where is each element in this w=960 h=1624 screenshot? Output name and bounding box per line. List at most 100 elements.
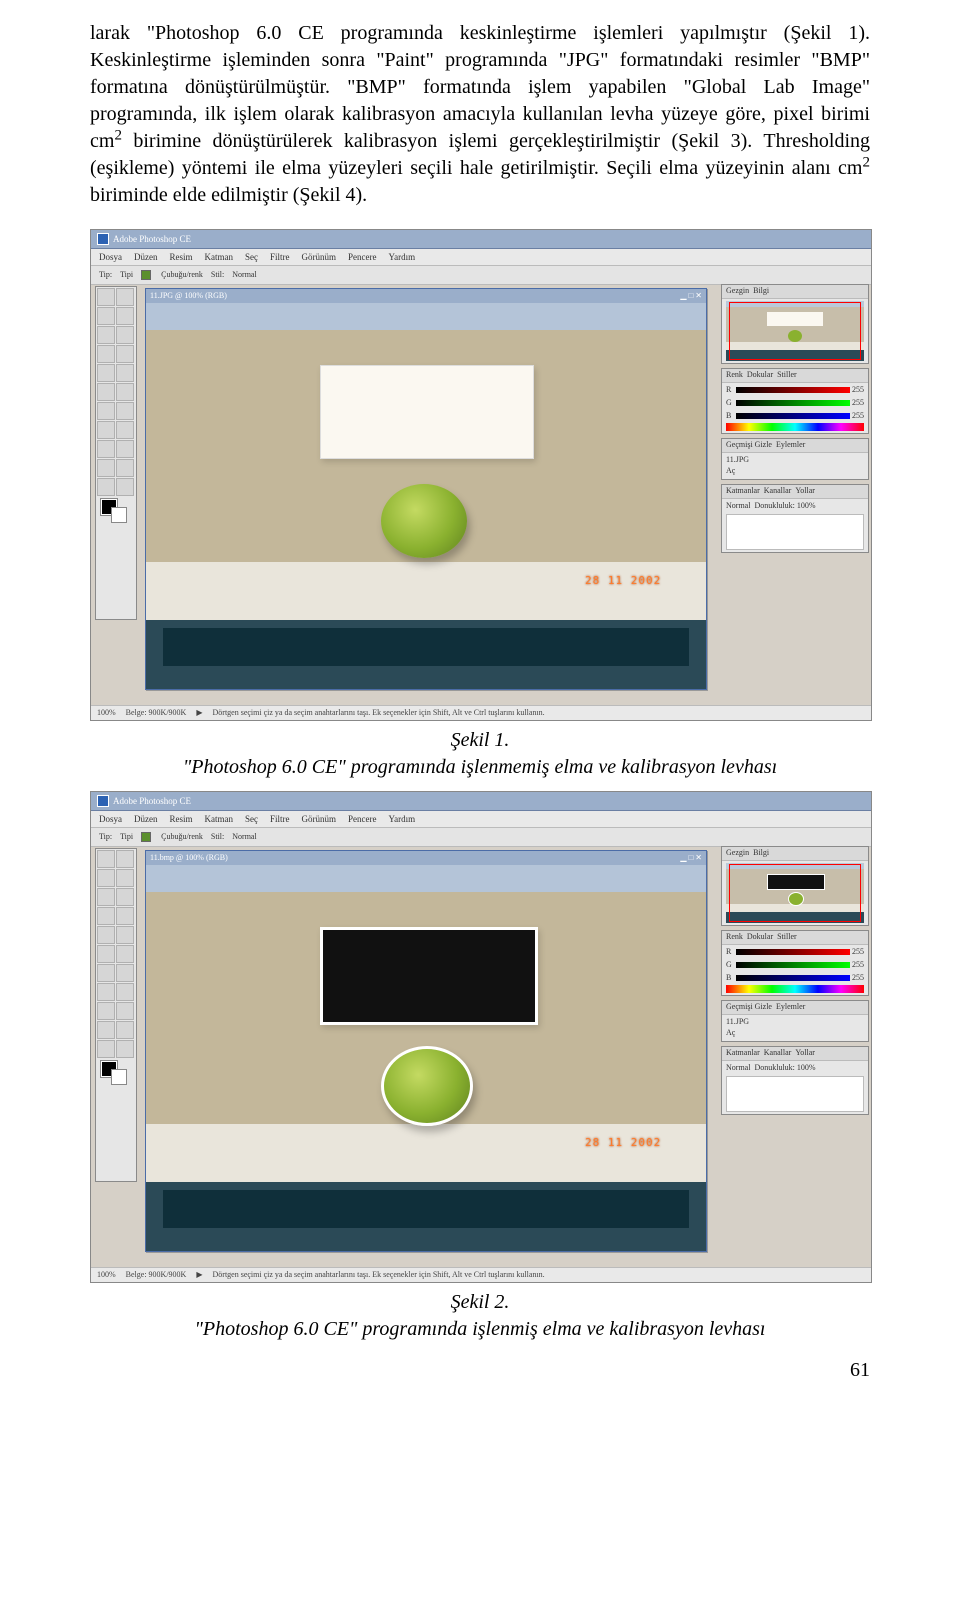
tab-swatches[interactable]: Dokular — [747, 932, 773, 943]
menu-help[interactable]: Yardım — [389, 251, 416, 263]
background-color[interactable] — [111, 507, 127, 523]
tab-color[interactable]: Renk — [726, 932, 743, 943]
color-ramp[interactable] — [726, 985, 864, 993]
menu-window[interactable]: Pencere — [348, 251, 376, 263]
menu-file[interactable]: Dosya — [99, 251, 122, 263]
tab-navigator[interactable]: Gezgin — [726, 286, 749, 297]
tool-marquee[interactable] — [97, 850, 115, 868]
slider-b[interactable] — [736, 413, 850, 419]
tab-color[interactable]: Renk — [726, 370, 743, 381]
opacity[interactable]: Donukluluk: 100% — [754, 501, 815, 512]
opt-type-value[interactable]: Tipi — [120, 270, 133, 281]
canvas[interactable]: 28 11 2002 — [146, 303, 706, 689]
checkbox-icon[interactable] — [141, 832, 151, 842]
tool-crop[interactable] — [97, 888, 115, 906]
tab-layers[interactable]: Katmanlar — [726, 486, 760, 497]
tab-actions[interactable]: Eylemler — [776, 440, 805, 451]
tool-wand[interactable] — [116, 307, 134, 325]
slider-b[interactable] — [736, 975, 850, 981]
history-item-1[interactable]: Aç — [726, 466, 864, 477]
toolbox[interactable] — [95, 848, 137, 1182]
status-zoom[interactable]: 100% — [97, 1270, 116, 1281]
color-ramp[interactable] — [726, 423, 864, 431]
menu-layer[interactable]: Katman — [205, 251, 234, 263]
menu-window[interactable]: Pencere — [348, 813, 376, 825]
tool-shape[interactable] — [116, 440, 134, 458]
tool-pencil[interactable] — [116, 383, 134, 401]
menu-select[interactable]: Seç — [245, 251, 258, 263]
tool-marquee[interactable] — [97, 288, 115, 306]
tab-channels[interactable]: Kanallar — [764, 486, 792, 497]
tool-dodge[interactable] — [116, 402, 134, 420]
menu-bar[interactable]: Dosya Düzen Resim Katman Seç Filtre Görü… — [91, 249, 871, 266]
tool-notes[interactable] — [97, 459, 115, 477]
tool-eraser[interactable] — [97, 383, 115, 401]
blend-mode[interactable]: Normal — [726, 1063, 750, 1074]
tab-channels[interactable]: Kanallar — [764, 1048, 792, 1059]
tool-path[interactable] — [97, 983, 115, 1001]
opt-cb1[interactable]: Çubuğu/renk — [161, 832, 203, 843]
menu-edit[interactable]: Düzen — [134, 813, 158, 825]
tool-notes[interactable] — [97, 1021, 115, 1039]
tool-blur[interactable] — [97, 402, 115, 420]
tool-type[interactable] — [116, 983, 134, 1001]
menu-filter[interactable]: Filtre — [270, 251, 290, 263]
menu-help[interactable]: Yardım — [389, 813, 416, 825]
tool-hand[interactable] — [97, 478, 115, 496]
toolbox[interactable] — [95, 286, 137, 620]
navigator-thumb[interactable] — [726, 863, 864, 923]
tab-styles[interactable]: Stiller — [777, 932, 797, 943]
tool-eyedrop[interactable] — [116, 1021, 134, 1039]
layers-list[interactable] — [726, 1076, 864, 1112]
menu-view[interactable]: Görünüm — [302, 251, 337, 263]
tool-history[interactable] — [116, 926, 134, 944]
tool-blur[interactable] — [97, 964, 115, 982]
tab-actions[interactable]: Eylemler — [776, 1002, 805, 1013]
menu-view[interactable]: Görünüm — [302, 813, 337, 825]
tool-pen[interactable] — [97, 440, 115, 458]
color-palette[interactable]: RenkDokularStiller R255 G255 B255 — [721, 930, 869, 996]
color-swatches[interactable] — [97, 1059, 134, 1087]
window-controls[interactable]: ▁ □ ✕ — [680, 853, 702, 864]
navigator-palette[interactable]: GezginBilgi — [721, 284, 869, 364]
slider-g[interactable] — [736, 400, 850, 406]
tool-shape[interactable] — [116, 1002, 134, 1020]
tool-move[interactable] — [116, 288, 134, 306]
tool-eyedrop[interactable] — [116, 459, 134, 477]
tool-slice[interactable] — [116, 888, 134, 906]
tool-eraser[interactable] — [97, 945, 115, 963]
tool-brush[interactable] — [116, 907, 134, 925]
tool-move[interactable] — [116, 850, 134, 868]
tab-info[interactable]: Bilgi — [753, 848, 769, 859]
menu-bar[interactable]: Dosya Düzen Resim Katman Seç Filtre Görü… — [91, 811, 871, 828]
opt-style-value[interactable]: Normal — [232, 832, 256, 843]
tool-stamp[interactable] — [97, 364, 115, 382]
doc-titlebar[interactable]: 11.bmp @ 100% (RGB) ▁ □ ✕ — [146, 851, 706, 866]
opt-type-value[interactable]: Tipi — [120, 832, 133, 843]
opt-style-value[interactable]: Normal — [232, 270, 256, 281]
tab-navigator[interactable]: Gezgin — [726, 848, 749, 859]
blend-mode[interactable]: Normal — [726, 501, 750, 512]
tool-dodge[interactable] — [116, 964, 134, 982]
window-controls[interactable]: ▁ □ ✕ — [680, 291, 702, 302]
opt-cb1[interactable]: Çubuğu/renk — [161, 270, 203, 281]
tool-slice[interactable] — [116, 326, 134, 344]
document-window[interactable]: 11.bmp @ 100% (RGB) ▁ □ ✕ — [145, 850, 707, 1252]
layers-palette[interactable]: KatmanlarKanallarYollar NormalDonukluluk… — [721, 1046, 869, 1115]
tool-pen[interactable] — [97, 1002, 115, 1020]
opacity[interactable]: Donukluluk: 100% — [754, 1063, 815, 1074]
menu-layer[interactable]: Katman — [205, 813, 234, 825]
menu-edit[interactable]: Düzen — [134, 251, 158, 263]
history-item-1[interactable]: Aç — [726, 1028, 864, 1039]
tool-pencil[interactable] — [116, 945, 134, 963]
menu-filter[interactable]: Filtre — [270, 813, 290, 825]
tool-wand[interactable] — [116, 869, 134, 887]
checkbox-icon[interactable] — [141, 270, 151, 280]
color-swatches[interactable] — [97, 497, 134, 525]
history-item-0[interactable]: 11.JPG — [726, 455, 864, 466]
document-window[interactable]: 11.JPG @ 100% (RGB) ▁ □ ✕ — [145, 288, 707, 690]
tool-zoom[interactable] — [116, 1040, 134, 1058]
tool-airbrush[interactable] — [97, 345, 115, 363]
menu-image[interactable]: Resim — [170, 813, 193, 825]
navigator-palette[interactable]: Gezgin Bilgi — [721, 846, 869, 926]
